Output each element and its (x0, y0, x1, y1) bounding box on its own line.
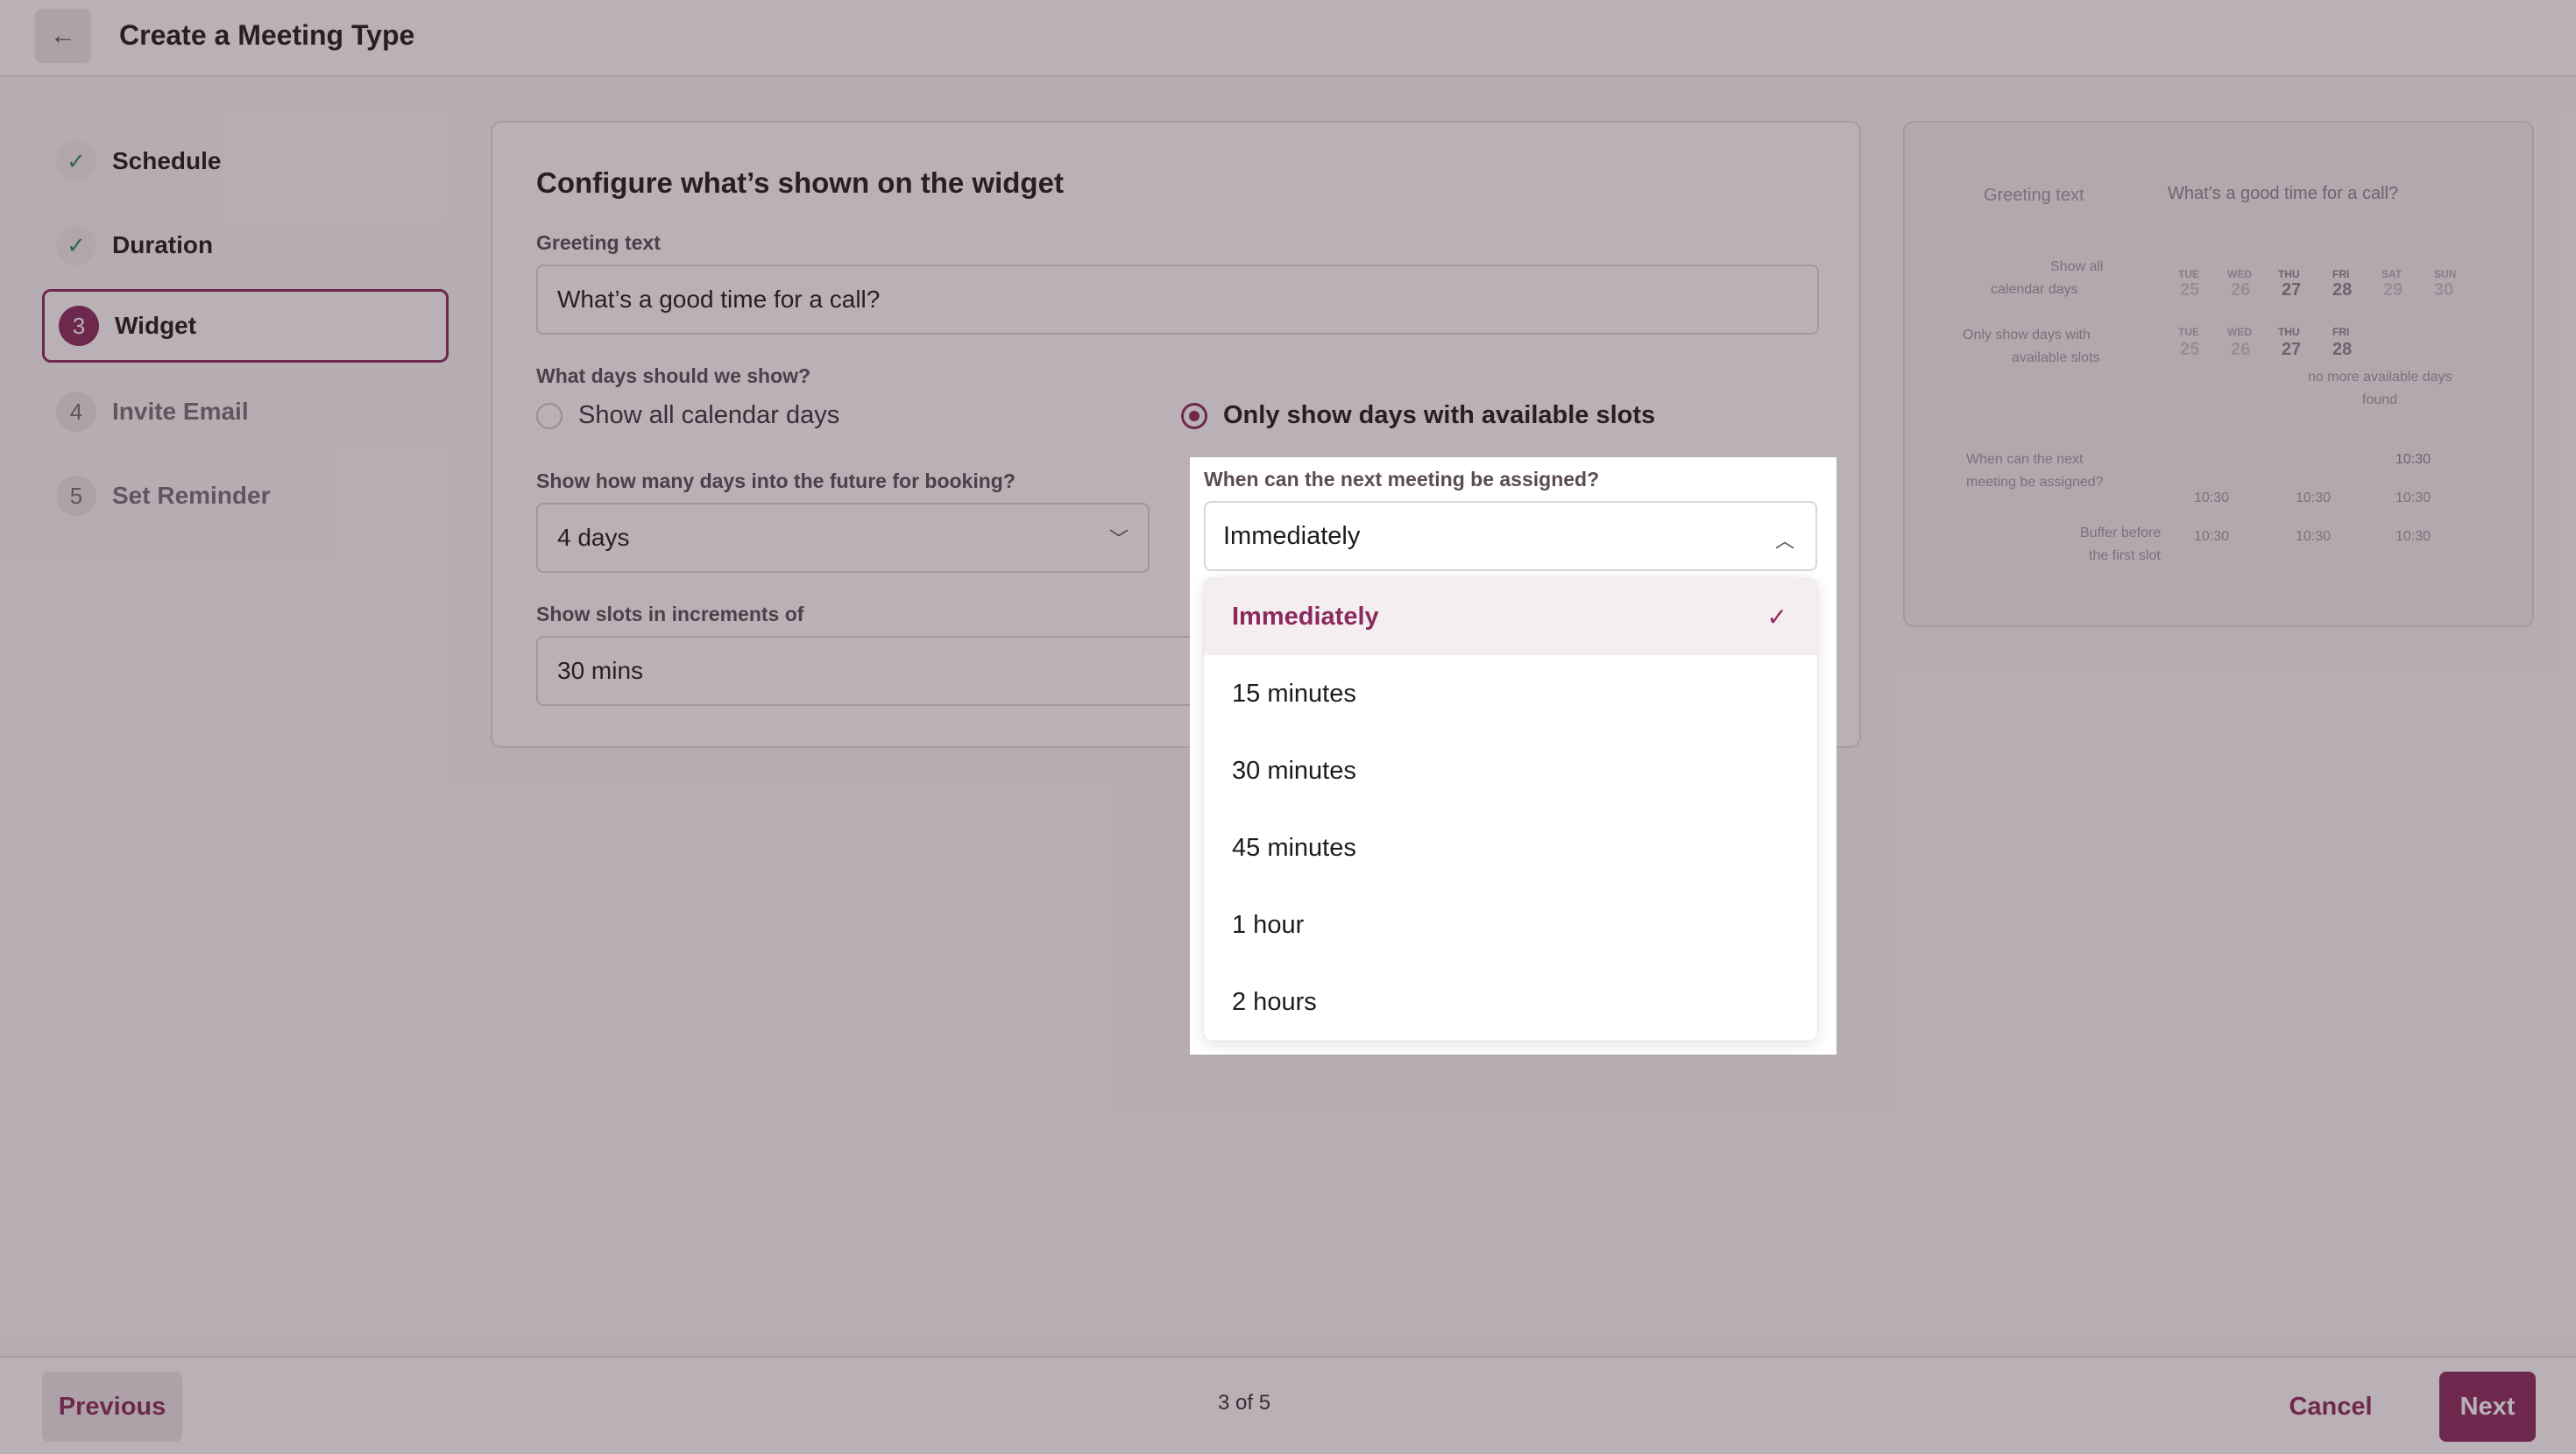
option-label: 30 minutes (1232, 756, 1356, 785)
spotlight-panel: When can the next meeting be assigned? I… (1190, 457, 1836, 1055)
option-45-minutes[interactable]: 45 minutes (1204, 809, 1817, 886)
next-meeting-value: Immediately (1223, 521, 1361, 550)
next-meeting-label: When can the next meeting be assigned? (1204, 468, 1600, 491)
next-meeting-options: Immediately ✓ 15 minutes 30 minutes 45 m… (1204, 578, 1817, 1041)
option-immediately[interactable]: Immediately ✓ (1204, 578, 1817, 655)
chevron-up-icon: ︿ (1774, 530, 1794, 552)
option-label: 1 hour (1232, 910, 1305, 939)
check-icon: ✓ (1766, 603, 1787, 631)
option-30-minutes[interactable]: 30 minutes (1204, 732, 1817, 809)
option-label: 15 minutes (1232, 679, 1356, 708)
option-label: 45 minutes (1232, 833, 1356, 862)
option-1-hour[interactable]: 1 hour (1204, 886, 1817, 963)
option-2-hours[interactable]: 2 hours (1204, 963, 1817, 1041)
next-meeting-select[interactable]: Immediately ︿ (1204, 501, 1817, 571)
option-label: 2 hours (1232, 987, 1317, 1016)
option-label: Immediately (1232, 602, 1379, 631)
option-15-minutes[interactable]: 15 minutes (1204, 655, 1817, 732)
